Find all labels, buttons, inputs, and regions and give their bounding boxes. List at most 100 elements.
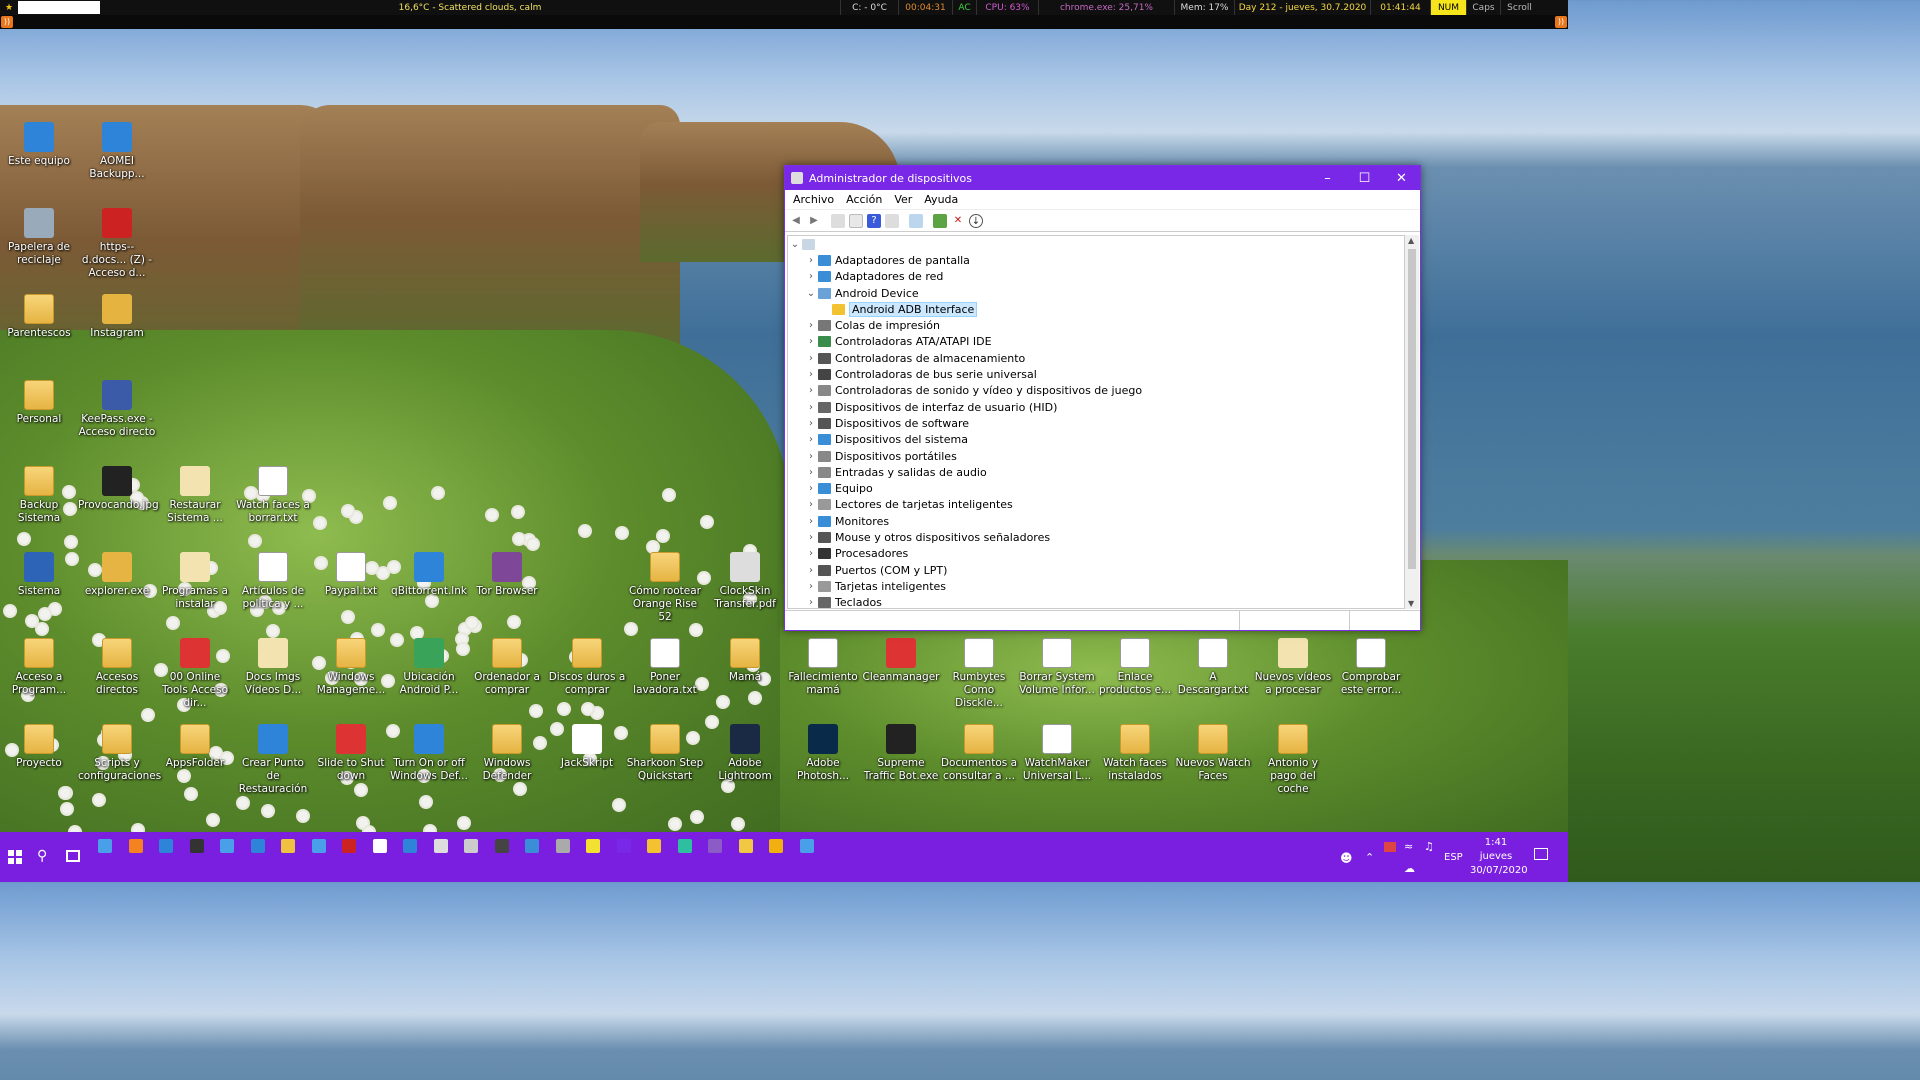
tree-category-item[interactable]: › Dispositivos de interfaz de usuario (HI… bbox=[788, 399, 1404, 415]
chevron-right-icon[interactable]: › bbox=[804, 467, 818, 478]
desktop-icon[interactable]: Acceso a Program... bbox=[0, 638, 78, 697]
desktop-icon[interactable]: Nuevos Watch Faces bbox=[1174, 724, 1252, 783]
tree-category-item[interactable]: › Monitores bbox=[788, 513, 1404, 529]
scroll-thumb[interactable] bbox=[1408, 249, 1416, 569]
desktop-icon[interactable]: https--d.docs... (Z) - Acceso d... bbox=[78, 208, 156, 280]
desktop-icon[interactable]: Ubicación Android P... bbox=[390, 638, 468, 697]
desktop-icon[interactable]: Provocando.jpg bbox=[78, 466, 159, 512]
close-button[interactable]: ✕ bbox=[1383, 166, 1420, 190]
tree-category-item[interactable]: › Controladoras ATA/ATAPI IDE bbox=[788, 334, 1404, 350]
chevron-right-icon[interactable]: › bbox=[804, 451, 818, 462]
desktop-icon[interactable]: AppsFolder bbox=[156, 724, 234, 770]
device-manager-window[interactable]: Administrador de dispositivos – ☐ ✕ Arch… bbox=[784, 165, 1421, 631]
wifi-icon[interactable]: ≈ bbox=[1404, 840, 1413, 853]
desktop-icon[interactable]: Windows Manageme... bbox=[312, 638, 390, 697]
chevron-right-icon[interactable]: › bbox=[804, 369, 818, 380]
menu-accion[interactable]: Acción bbox=[840, 193, 888, 206]
desktop-icon[interactable]: AOMEI Backupp... bbox=[78, 122, 156, 181]
taskbar-app-icon[interactable] bbox=[464, 839, 478, 853]
desktop-icon[interactable]: Watch faces instalados bbox=[1096, 724, 1174, 783]
view-icon[interactable] bbox=[885, 213, 899, 228]
help-icon[interactable]: ? bbox=[867, 213, 881, 228]
desktop-icon[interactable]: Papelera de reciclaje bbox=[0, 208, 78, 267]
scan-hardware-icon[interactable] bbox=[909, 213, 923, 228]
tree-category-item[interactable]: › Adaptadores de pantalla bbox=[788, 252, 1404, 268]
desktop-icon[interactable]: Backup Sistema bbox=[0, 466, 78, 525]
desktop-icon[interactable]: Antonio y pago del coche bbox=[1254, 724, 1332, 796]
taskbar-app-icon[interactable] bbox=[189, 839, 204, 853]
desktop-icon[interactable]: Accesos directos bbox=[78, 638, 156, 697]
desktop-icon[interactable]: Rumbytes Como Disckle... bbox=[940, 638, 1018, 710]
onedrive-icon[interactable]: ☁ bbox=[1404, 862, 1415, 875]
desktop-icon[interactable]: Windows Defender bbox=[468, 724, 546, 783]
desktop-icon[interactable]: Discos duros a comprar bbox=[548, 638, 626, 697]
action-center-icon[interactable] bbox=[1534, 848, 1548, 860]
taskbar-app-icon[interactable] bbox=[342, 839, 356, 853]
desktop-icon[interactable]: Fallecimiento mamá bbox=[784, 638, 862, 697]
desktop-icon[interactable]: Docs Imgs Vídeos D... bbox=[234, 638, 312, 697]
taskbar-app-icon[interactable] bbox=[281, 839, 295, 853]
desktop-icon[interactable]: Sharkoon Step Quickstart bbox=[626, 724, 704, 783]
scroll-up-icon[interactable]: ▲ bbox=[1408, 236, 1414, 245]
chevron-right-icon[interactable]: › bbox=[804, 271, 818, 282]
task-view-icon[interactable] bbox=[66, 850, 80, 862]
desktop-icon[interactable]: Nuevos vídeos a procesar bbox=[1254, 638, 1332, 697]
tree-category-item[interactable]: › Adaptadores de red bbox=[788, 269, 1404, 285]
chevron-down-icon[interactable]: ⌄ bbox=[788, 239, 802, 250]
chevron-right-icon[interactable]: › bbox=[804, 548, 818, 559]
chevron-right-icon[interactable]: › bbox=[804, 581, 818, 592]
taskbar-app-icon[interactable] bbox=[586, 839, 600, 853]
chevron-right-icon[interactable]: › bbox=[804, 320, 818, 331]
chevron-up-icon[interactable]: ⌃ bbox=[1365, 851, 1374, 864]
properties-icon[interactable] bbox=[849, 213, 863, 228]
taskbar-clock[interactable]: 1:41 jueves 30/07/2020 bbox=[1470, 836, 1528, 878]
desktop-icon[interactable]: Enlace productos e... bbox=[1096, 638, 1174, 697]
desktop-icon[interactable]: Programas a instalar bbox=[156, 552, 234, 611]
chevron-down-icon[interactable]: ⌄ bbox=[804, 288, 818, 299]
desktop-icon[interactable]: WatchMaker Universal L... bbox=[1018, 724, 1096, 783]
chevron-right-icon[interactable]: › bbox=[804, 565, 818, 576]
desktop-icon[interactable]: ClockSkin Transfer.pdf bbox=[706, 552, 784, 611]
taskbar-app-icon[interactable] bbox=[677, 839, 692, 853]
desktop-icon[interactable]: Tor Browser bbox=[468, 552, 546, 598]
taskbar-app-icon[interactable] bbox=[433, 839, 448, 853]
rss-icon[interactable]: )) bbox=[1555, 16, 1567, 28]
desktop-icon[interactable]: Restaurar Sistema ... bbox=[156, 466, 234, 525]
taskbar-app-icon[interactable] bbox=[403, 839, 417, 853]
desktop-icon[interactable]: Cómo rootear Orange Rise 52 bbox=[626, 552, 704, 624]
desktop-icon[interactable]: Artículos de política y ... bbox=[234, 552, 312, 611]
desktop-icon[interactable]: A Descargar.txt bbox=[1174, 638, 1252, 697]
taskbar-app-icon[interactable] bbox=[311, 839, 326, 853]
taskbar-app-icon[interactable] bbox=[708, 839, 722, 853]
tree-category-item[interactable]: › Mouse y otros dispositivos señaladores bbox=[788, 529, 1404, 545]
taskbar-app-icon[interactable] bbox=[647, 839, 661, 853]
desktop-icon[interactable]: Adobe Lightroom bbox=[706, 724, 784, 783]
desktop-icon[interactable]: Cleanmanager bbox=[862, 638, 940, 684]
tree-category-item[interactable]: › Puertos (COM y LPT) bbox=[788, 562, 1404, 578]
uninstall-device-icon[interactable]: ✕ bbox=[951, 214, 965, 228]
desktop-icon[interactable]: explorer.exe bbox=[78, 552, 156, 598]
scroll-down-icon[interactable]: ▼ bbox=[1408, 599, 1414, 608]
desktop-icon[interactable]: Borrar System Volume Infor... bbox=[1018, 638, 1096, 697]
desktop-icon[interactable]: Turn On or off Windows Def... bbox=[390, 724, 468, 783]
desktop-icon[interactable]: qBittorrent.lnk bbox=[390, 552, 468, 598]
taskbar-app-icon[interactable] bbox=[799, 839, 814, 853]
language-indicator[interactable]: ESP bbox=[1444, 852, 1463, 863]
chevron-right-icon[interactable]: › bbox=[804, 434, 818, 445]
desktop-icon[interactable]: Parentescos bbox=[0, 294, 78, 340]
disable-device-icon[interactable]: ↓ bbox=[969, 213, 983, 228]
tree-category-item[interactable]: › Lectores de tarjetas inteligentes bbox=[788, 497, 1404, 513]
taskbar-app-icon[interactable] bbox=[738, 839, 753, 853]
tree-category-item[interactable]: › Controladoras de almacenamiento bbox=[788, 350, 1404, 366]
taskbar-app-icon[interactable] bbox=[494, 839, 509, 853]
tree-category-item[interactable]: › Equipo bbox=[788, 480, 1404, 496]
taskbar-app-icon[interactable] bbox=[128, 839, 143, 853]
chevron-right-icon[interactable]: › bbox=[804, 353, 818, 364]
tree-category-item[interactable]: › Dispositivos del sistema bbox=[788, 432, 1404, 448]
desktop-icon[interactable]: Proyecto bbox=[0, 724, 78, 770]
desktop-icon[interactable]: Sistema bbox=[0, 552, 78, 598]
desktop-icon[interactable]: Personal bbox=[0, 380, 78, 426]
desktop-icon[interactable]: Mamá bbox=[706, 638, 784, 684]
taskbar-app-icon[interactable] bbox=[159, 839, 173, 853]
device-tree[interactable]: ⌄ › Adaptadores de pantalla › Adaptadores d… bbox=[787, 235, 1405, 609]
